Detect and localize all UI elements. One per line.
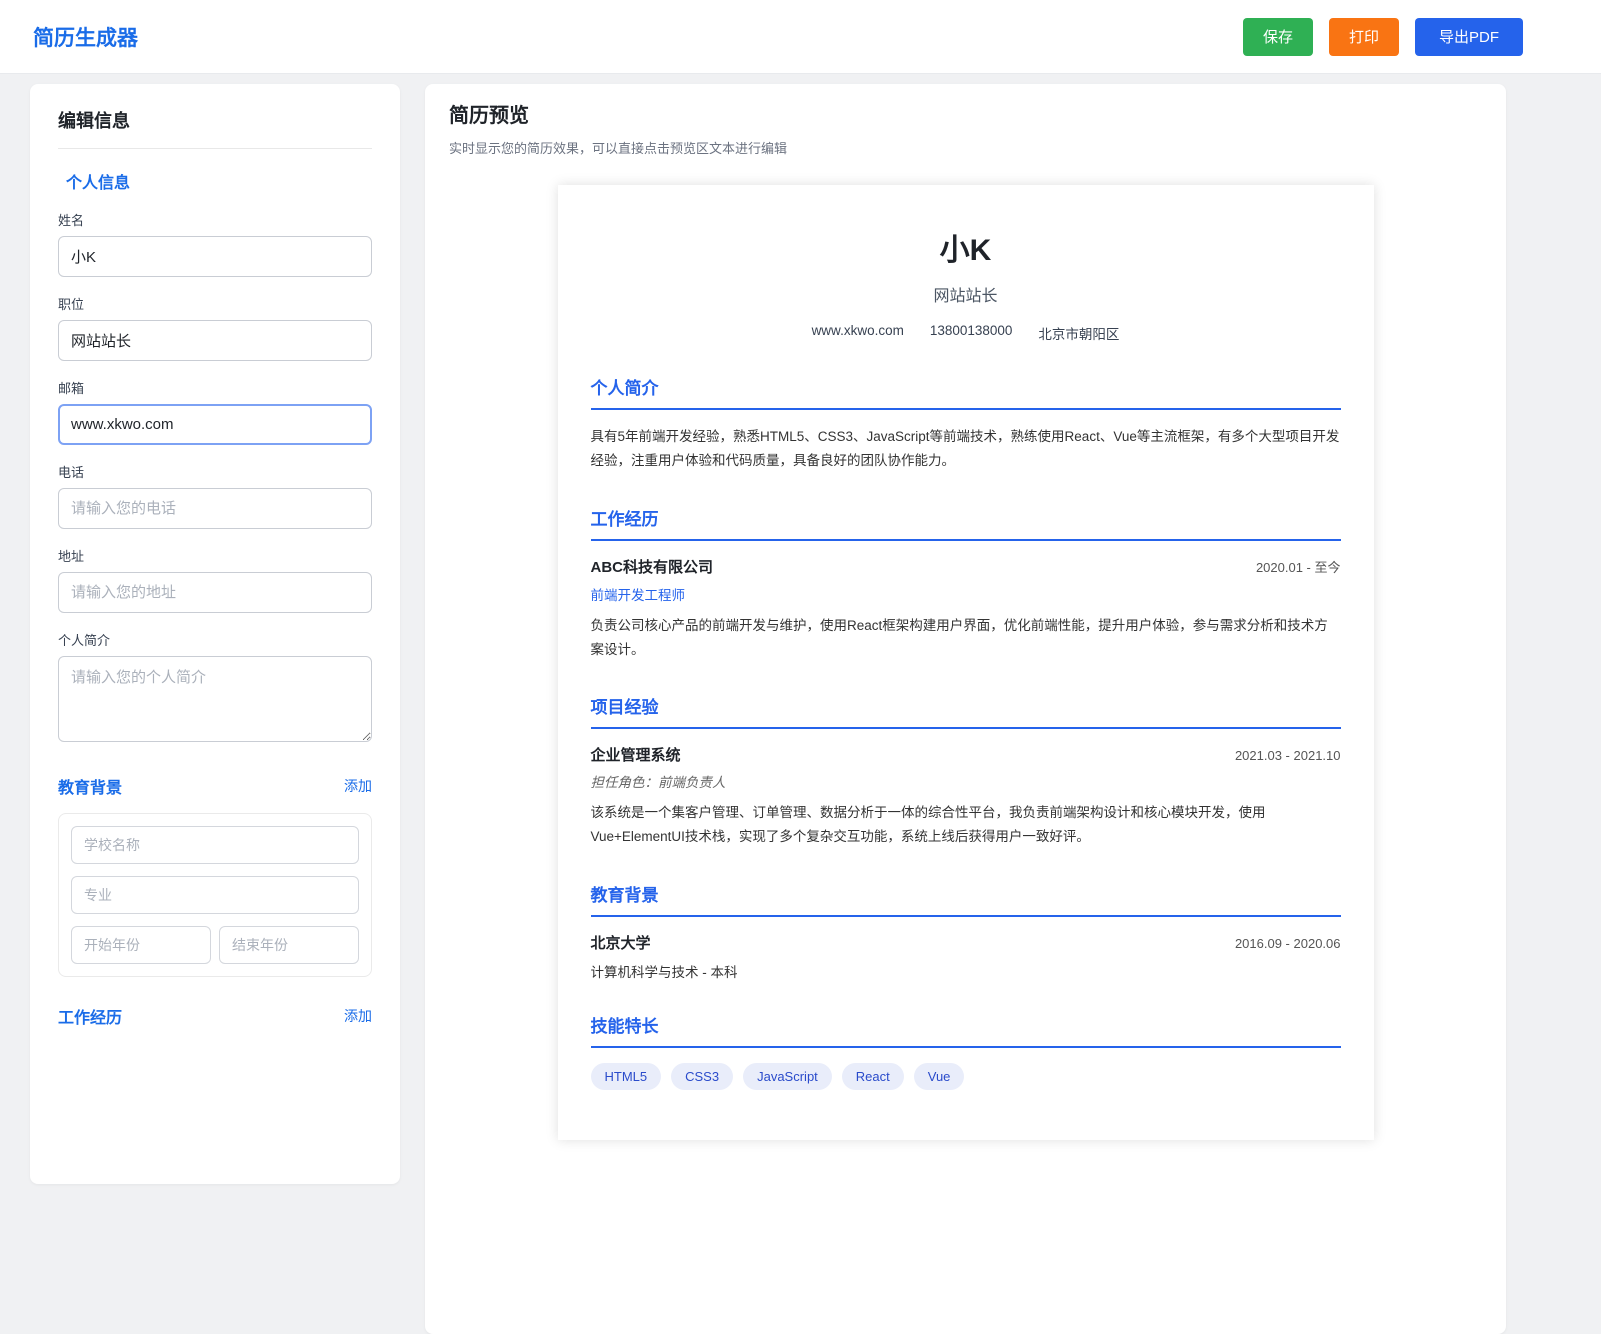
app-header: 简历生成器 保存 打印 导出PDF [0,0,1601,74]
skill-tags: HTML5 CSS3 JavaScript React Vue [591,1063,1341,1090]
education-subsection-header: 教育背景 添加 [58,774,372,798]
email-input[interactable] [58,404,372,445]
project-item: 企业管理系统 2021.03 - 2021.10 担任角色：前端负责人 该系统是… [591,744,1341,850]
position-label: 职位 [58,294,372,313]
skill-tag[interactable]: React [842,1063,904,1090]
summary-textarea[interactable] [58,656,372,742]
name-label: 姓名 [58,210,372,229]
project-item-header: 企业管理系统 2021.03 - 2021.10 [591,744,1341,765]
resume-name[interactable]: 小K [591,225,1341,269]
education-section-title: 教育背景 [591,881,1341,917]
position-input[interactable] [58,320,372,361]
phone-label: 电话 [58,462,372,481]
school-name-input[interactable] [71,826,359,864]
preview-panel: 简历预览 实时显示您的简历效果，可以直接点击预览区文本进行编辑 小K 网站站长 … [425,84,1506,1334]
address-field-group: 地址 [58,546,372,613]
projects-section-title: 项目经验 [591,693,1341,729]
resume-section-skills: 技能特长 HTML5 CSS3 JavaScript React Vue [591,1012,1341,1090]
education-heading: 教育背景 [58,774,122,798]
print-button[interactable]: 打印 [1329,18,1399,56]
resume-contact-website[interactable]: www.xkwo.com [812,323,904,343]
project-description[interactable]: 该系统是一个集客户管理、订单管理、数据分析于一体的综合性平台，我负责前端架构设计… [591,801,1341,850]
export-pdf-button[interactable]: 导出PDF [1415,18,1523,56]
end-year-input[interactable] [219,926,359,964]
email-label: 邮箱 [58,378,372,397]
save-button[interactable]: 保存 [1243,18,1313,56]
name-input[interactable] [58,236,372,277]
editor-panel: 编辑信息 个人信息 姓名 职位 邮箱 电话 地址 个人简介 教育背景 [30,84,400,1184]
position-field-group: 职位 [58,294,372,361]
editor-title: 编辑信息 [58,107,372,133]
year-row [71,926,359,964]
work-role[interactable]: 前端开发工程师 [591,584,1341,604]
education-entry-card [58,813,372,977]
project-role[interactable]: 担任角色：前端负责人 [591,771,1341,791]
email-field-group: 邮箱 [58,378,372,445]
header-actions: 保存 打印 导出PDF [1243,18,1523,56]
resume-position[interactable]: 网站站长 [591,282,1341,306]
major-input[interactable] [71,876,359,914]
work-subsection-header: 工作经历 添加 [58,1004,372,1028]
address-label: 地址 [58,546,372,565]
resume-contact-phone[interactable]: 13800138000 [930,323,1013,343]
work-company[interactable]: ABC科技有限公司 [591,556,714,577]
skill-tag[interactable]: CSS3 [671,1063,733,1090]
summary-field-group: 个人简介 [58,630,372,747]
preview-title: 简历预览 [449,99,1482,128]
phone-field-group: 电话 [58,462,372,529]
work-heading: 工作经历 [58,1004,122,1028]
skill-tag[interactable]: HTML5 [591,1063,662,1090]
preview-header: 简历预览 实时显示您的简历效果，可以直接点击预览区文本进行编辑 [425,99,1506,157]
resume-contacts: www.xkwo.com 13800138000 北京市朝阳区 [591,323,1341,343]
start-year-input[interactable] [71,926,211,964]
education-date[interactable]: 2016.09 - 2020.06 [1235,936,1341,951]
resume-section-education: 教育背景 北京大学 2016.09 - 2020.06 计算机科学与技术 - 本… [591,881,1341,981]
summary-label: 个人简介 [58,630,372,649]
work-section-title: 工作经历 [591,505,1341,541]
address-input[interactable] [58,572,372,613]
summary-section-title: 个人简介 [591,374,1341,410]
education-school[interactable]: 北京大学 [591,932,651,953]
skills-section-title: 技能特长 [591,1012,1341,1048]
project-date[interactable]: 2021.03 - 2021.10 [1235,748,1341,763]
work-description[interactable]: 负责公司核心产品的前端开发与维护，使用React框架构建用户界面，优化前端性能，… [591,614,1341,663]
add-education-link[interactable]: 添加 [344,776,372,796]
resume-contact-address[interactable]: 北京市朝阳区 [1038,323,1119,343]
personal-info-heading: 个人信息 [66,169,372,193]
summary-text[interactable]: 具有5年前端开发经验，熟悉HTML5、CSS3、JavaScript等前端技术，… [591,425,1341,474]
work-item-header: ABC科技有限公司 2020.01 - 至今 [591,556,1341,577]
resume-section-projects: 项目经验 企业管理系统 2021.03 - 2021.10 担任角色：前端负责人… [591,693,1341,850]
project-name[interactable]: 企业管理系统 [591,744,681,765]
phone-input[interactable] [58,488,372,529]
education-detail[interactable]: 计算机科学与技术 - 本科 [591,961,1341,981]
skill-tag[interactable]: JavaScript [743,1063,832,1090]
divider [58,148,372,149]
name-field-group: 姓名 [58,210,372,277]
add-work-link[interactable]: 添加 [344,1006,372,1026]
education-item: 北京大学 2016.09 - 2020.06 计算机科学与技术 - 本科 [591,932,1341,981]
education-item-header: 北京大学 2016.09 - 2020.06 [591,932,1341,953]
main-layout: 编辑信息 个人信息 姓名 职位 邮箱 电话 地址 个人简介 教育背景 [0,74,1601,1334]
resume-section-work: 工作经历 ABC科技有限公司 2020.01 - 至今 前端开发工程师 负责公司… [591,505,1341,663]
app-title: 简历生成器 [33,22,138,52]
preview-subtitle: 实时显示您的简历效果，可以直接点击预览区文本进行编辑 [449,138,1482,157]
work-item: ABC科技有限公司 2020.01 - 至今 前端开发工程师 负责公司核心产品的… [591,556,1341,663]
resume-paper: 小K 网站站长 www.xkwo.com 13800138000 北京市朝阳区 … [558,185,1374,1140]
work-date[interactable]: 2020.01 - 至今 [1256,557,1341,576]
skill-tag[interactable]: Vue [914,1063,965,1090]
resume-section-summary: 个人简介 具有5年前端开发经验，熟悉HTML5、CSS3、JavaScript等… [591,374,1341,474]
